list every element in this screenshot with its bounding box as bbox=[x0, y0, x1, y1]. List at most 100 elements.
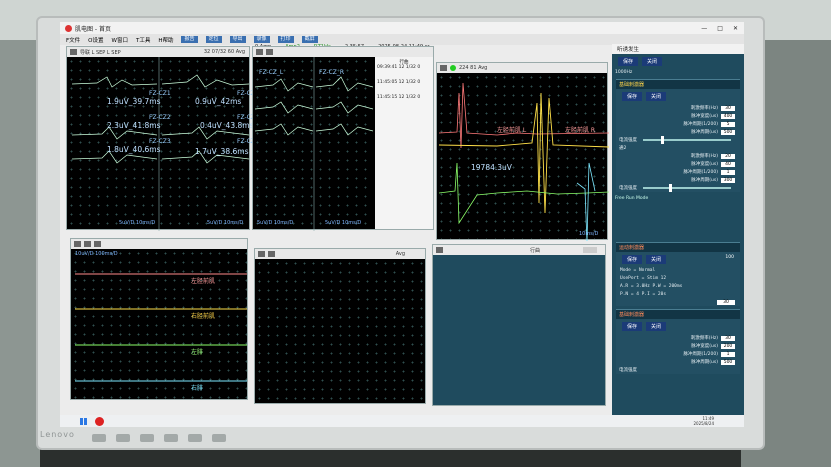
param-input[interactable]: 1 bbox=[721, 169, 735, 175]
stim-info-line: UsePort = Stim 12 bbox=[620, 276, 667, 281]
current-label: 电流强度 bbox=[619, 186, 637, 191]
panel-1-ch-3: FZ-CZ2 bbox=[149, 114, 171, 121]
monitor-ports bbox=[92, 434, 226, 442]
param-name: 脉冲宽度(us) bbox=[691, 114, 718, 119]
stim-section-1-title: 基础刺激器 bbox=[616, 80, 740, 89]
stim-4-close-button[interactable]: 关闭 bbox=[646, 322, 667, 331]
param-name: 脉冲周期(us) bbox=[691, 130, 718, 135]
param-name: 脉冲周期(us) bbox=[691, 360, 718, 365]
param-name: 脉冲周期(us) bbox=[691, 178, 718, 183]
panel-menu-icon[interactable] bbox=[258, 251, 265, 257]
taskbar-date: 2025/8/24 bbox=[693, 421, 714, 426]
panel-1-scale-left: 5uV/D 10ms/D bbox=[119, 220, 156, 226]
maximize-button[interactable]: □ bbox=[717, 25, 723, 32]
tool-record-button[interactable]: 录像 bbox=[253, 36, 270, 43]
settings-panel: 听诱发生 保存 关闭 1000Hz 基础刺激器 保存 关闭 刺激频率(Hz) 30… bbox=[612, 44, 744, 419]
settings-title: 听诱发生 bbox=[612, 44, 744, 54]
param-input[interactable]: 1 bbox=[721, 351, 735, 357]
param-name: 脉冲周期(1/200) bbox=[683, 352, 718, 357]
param-input[interactable]: 400 bbox=[721, 113, 735, 119]
close-button[interactable]: ✕ bbox=[733, 25, 738, 32]
stim-section-1: 基础刺激器 保存 关闭 刺激频率(Hz) 30 脉冲宽度(us) 400 脉冲周期(… bbox=[616, 79, 740, 192]
stim-1-save-button[interactable]: 保存 bbox=[622, 92, 643, 101]
menu-tools[interactable]: T工具 bbox=[136, 36, 150, 44]
panel-2-scale-right: 5uV/D 10ms/D bbox=[325, 220, 362, 226]
window-title: 肌电图 - 首页 bbox=[75, 25, 111, 33]
menu-settings[interactable]: O设置 bbox=[88, 36, 103, 44]
current-slider[interactable] bbox=[643, 136, 731, 144]
windows-start-icon[interactable] bbox=[80, 417, 87, 425]
panel-1-ch-5: FZ-CZ3 bbox=[149, 138, 171, 145]
stim-info-line: P.N = 4 P.I = 20s bbox=[620, 292, 667, 297]
panel-1-ch-1: FZ-CZ1 bbox=[149, 90, 171, 97]
waveform-panel-4: 10uV/D 100ms/D 左胫前肌 右胫前肌 左腓 右腓 bbox=[70, 238, 248, 400]
intensity-input[interactable]: 30 bbox=[717, 300, 735, 305]
history-row[interactable]: 11:45:15 12 1/32 0 bbox=[377, 95, 431, 100]
sample-rate: 1000Hz bbox=[615, 70, 633, 75]
tool-print-button[interactable]: 打印 bbox=[277, 36, 294, 43]
menu-help[interactable]: H帮助 bbox=[158, 36, 173, 44]
param-input[interactable]: 5 bbox=[721, 121, 735, 127]
panel-5-toolbar: Avg bbox=[255, 249, 425, 259]
param-input[interactable]: 500 bbox=[721, 359, 735, 365]
param-input[interactable]: 200 bbox=[721, 343, 735, 349]
stim-section-4-title: 基础刺激器 bbox=[616, 310, 740, 319]
param-input[interactable]: 20 bbox=[721, 153, 735, 159]
menu-file[interactable]: F文件 bbox=[66, 36, 80, 44]
current-label: 电流强度 bbox=[619, 138, 637, 143]
param-input[interactable]: 40 bbox=[721, 161, 735, 167]
current-label: 电流强度 bbox=[619, 368, 637, 373]
app-icon bbox=[65, 24, 72, 32]
intensity-max: 100 bbox=[725, 255, 734, 260]
param-input[interactable]: 500 bbox=[721, 129, 735, 135]
stim-3-close-button[interactable]: 关闭 bbox=[646, 255, 667, 264]
panel-6-button[interactable] bbox=[583, 247, 597, 253]
current-slider[interactable] bbox=[643, 184, 731, 192]
taskbar: 11:49 2025/8/24 bbox=[60, 415, 744, 427]
taskbar-app-icon[interactable] bbox=[95, 416, 104, 426]
panel-4-traces bbox=[75, 273, 247, 382]
channel-2-label: 通2 bbox=[619, 146, 627, 151]
waveform-panel-3: 224 81 Avg 左胫前肌 L 左胫前肌 R 19784.3uV 10ms/… bbox=[436, 62, 609, 241]
history-row[interactable]: 11:45:05 12 1/32 0 bbox=[377, 80, 431, 85]
tool-export-button[interactable]: 导出 bbox=[229, 36, 246, 43]
channel-label: 右胫前肌 bbox=[191, 313, 216, 320]
close-settings-button[interactable]: 关闭 bbox=[642, 57, 663, 66]
tool-report-button[interactable]: 报告 bbox=[181, 36, 198, 43]
stim-3-save-button[interactable]: 保存 bbox=[622, 255, 643, 264]
tool-screenshot-button[interactable]: 截屏 bbox=[301, 36, 318, 43]
monitor-brand: Lenovo bbox=[40, 430, 75, 439]
stim-4-save-button[interactable]: 保存 bbox=[622, 322, 643, 331]
panel-2-history-list: 行曲 09:39:41 12 1/32 0 11:45:05 12 1/32 0… bbox=[375, 57, 433, 229]
save-button[interactable]: 保存 bbox=[618, 57, 639, 66]
minimize-button[interactable]: — bbox=[701, 25, 707, 32]
panel-6: 行曲 bbox=[432, 244, 606, 406]
channel-label: 右腓 bbox=[191, 385, 204, 392]
stim-section-3: 运动刺激器 保存 关闭 100 Mode = Normal UsePort = … bbox=[616, 242, 740, 306]
menu-window[interactable]: W窗口 bbox=[112, 36, 128, 44]
tool-locate-button[interactable]: 定位 bbox=[205, 36, 222, 43]
panel-1-value-2: 0.9uV_42ms bbox=[195, 97, 242, 106]
stim-section-3-title: 运动刺激器 bbox=[616, 243, 740, 252]
param-input[interactable]: 300 bbox=[721, 177, 735, 183]
panel-3-amplitude: 19784.3uV bbox=[471, 163, 512, 172]
panel-3-label-2: 左胫前肌 R bbox=[565, 127, 596, 134]
history-row[interactable]: 09:39:41 12 1/32 0 bbox=[377, 65, 431, 70]
taskbar-clock[interactable]: 11:49 2025/8/24 bbox=[693, 416, 714, 426]
param-input[interactable]: 30 bbox=[721, 335, 735, 341]
channel-label: 左腓 bbox=[191, 349, 204, 356]
stim-1-close-button[interactable]: 关闭 bbox=[646, 92, 667, 101]
room-background-left bbox=[0, 40, 40, 467]
param-name: 刺激频率(Hz) bbox=[690, 154, 718, 159]
panel-5-grid bbox=[255, 259, 425, 403]
param-name: 刺激频率(Hz) bbox=[690, 336, 718, 341]
waveform-panel-2: 行曲 09:39:41 12 1/32 0 11:45:05 12 1/32 0… bbox=[252, 46, 434, 231]
panel-menu-icon[interactable] bbox=[436, 247, 443, 253]
waveform-panel-5: Avg bbox=[254, 248, 426, 404]
panel-2-label-left: FZ-CZ_L bbox=[259, 69, 284, 76]
panel-tool-icon[interactable] bbox=[268, 251, 275, 257]
param-input[interactable]: 30 bbox=[721, 105, 735, 111]
panel-6-toolbar: 行曲 bbox=[433, 245, 605, 255]
panel-3-traces bbox=[438, 82, 609, 241]
param-name: 脉冲宽度(us) bbox=[691, 162, 718, 167]
